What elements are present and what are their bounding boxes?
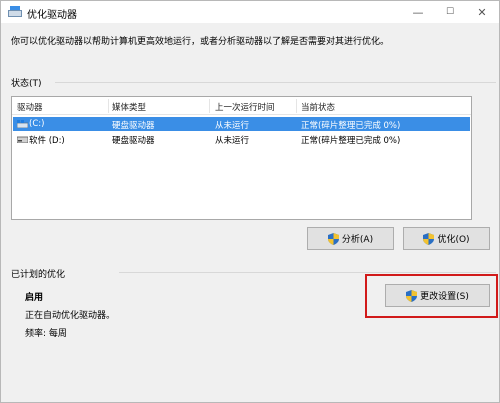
title-bar[interactable]: 优化驱动器 — ☐ ✕: [1, 1, 499, 23]
uac-shield-icon: [327, 232, 339, 245]
column-header-last-run[interactable]: 上一次运行时间: [215, 101, 275, 113]
column-separator[interactable]: [296, 99, 297, 113]
drive-list[interactable]: 驱动器 媒体类型 上一次运行时间 当前状态 (C:) 硬盘驱动器 从未运行 正常…: [11, 96, 472, 220]
hard-drive-icon: [17, 136, 28, 143]
column-separator[interactable]: [209, 99, 210, 113]
optimize-drives-window: 优化驱动器 — ☐ ✕ 你可以优化驱动器以帮助计算机更高效地运行，或者分析驱动器…: [0, 0, 500, 403]
optimize-drives-app-icon: [8, 6, 22, 17]
column-header-media-type[interactable]: 媒体类型: [112, 101, 146, 113]
column-header-current-status[interactable]: 当前状态: [301, 101, 335, 113]
analyze-button[interactable]: 分析(A): [307, 227, 394, 250]
drive-list-header: 驱动器 媒体类型 上一次运行时间 当前状态: [12, 97, 471, 115]
system-drive-icon: [17, 120, 28, 128]
drive-media-type: 硬盘驱动器: [112, 121, 155, 131]
drive-row-d[interactable]: 软件 (D:) 硬盘驱动器 从未运行 正常(碎片整理已完成 0%): [13, 132, 470, 146]
schedule-state: 启用: [25, 293, 44, 303]
drive-status: 正常(碎片整理已完成 0%): [301, 136, 401, 146]
close-button[interactable]: ✕: [467, 1, 497, 23]
analyze-button-label: 分析(A): [341, 235, 374, 245]
optimize-button[interactable]: 优化(O): [403, 227, 490, 250]
change-settings-button[interactable]: 更改设置(S): [385, 284, 490, 307]
uac-shield-icon: [406, 289, 418, 302]
column-header-drive[interactable]: 驱动器: [17, 101, 43, 113]
drive-name: (C:): [29, 119, 45, 129]
drive-row-c[interactable]: (C:) 硬盘驱动器 从未运行 正常(碎片整理已完成 0%): [13, 117, 470, 131]
drive-status: 正常(碎片整理已完成 0%): [301, 121, 401, 131]
status-divider: [55, 82, 496, 83]
optimize-button-label: 优化(O): [437, 235, 470, 245]
status-section-label: 状态(T): [11, 79, 42, 89]
schedule-frequency: 频率: 每周: [25, 329, 67, 339]
close-icon: ✕: [477, 5, 487, 19]
scheduled-divider: [119, 272, 496, 273]
minimize-icon: —: [412, 5, 424, 19]
drive-last-run: 从未运行: [215, 121, 250, 131]
uac-shield-icon: [423, 232, 435, 245]
column-separator[interactable]: [108, 99, 109, 113]
maximize-icon: ☐: [445, 7, 455, 17]
change-settings-button-label: 更改设置(S): [420, 292, 469, 302]
schedule-info: 正在自动优化驱动器。: [25, 311, 116, 321]
maximize-button[interactable]: ☐: [435, 1, 465, 23]
window-title: 优化驱动器: [27, 10, 77, 21]
scheduled-section-label: 已计划的优化: [11, 270, 66, 280]
drive-name: 软件 (D:): [29, 136, 65, 146]
drive-media-type: 硬盘驱动器: [112, 136, 155, 146]
drive-last-run: 从未运行: [215, 136, 250, 146]
minimize-button[interactable]: —: [403, 1, 433, 23]
description-text: 你可以优化驱动器以帮助计算机更高效地运行，或者分析驱动器以了解是否需要对其进行优…: [11, 37, 390, 47]
